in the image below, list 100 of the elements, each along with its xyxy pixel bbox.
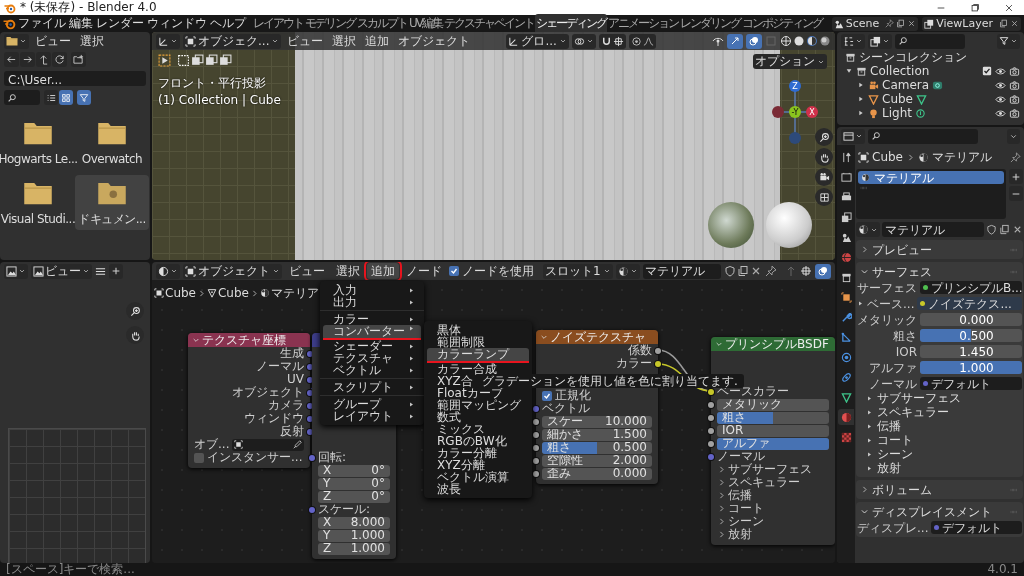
- view-layer-selector[interactable]: ViewLayer: [922, 16, 1021, 31]
- panel-header[interactable]: ディスプレイスメント: [856, 504, 1023, 520]
- workspace-tab[interactable]: モデリング: [304, 14, 356, 33]
- menu-item[interactable]: 選択: [332, 262, 364, 280]
- menu-item[interactable]: 追加: [367, 262, 399, 280]
- number-field[interactable]: スケー 10.000: [542, 415, 652, 428]
- axis-gizmo[interactable]: Z -Y X: [770, 76, 820, 148]
- menu-item[interactable]: カラー分離: [427, 447, 529, 459]
- panel-toggle[interactable]: 放射: [711, 528, 835, 541]
- folder-item[interactable]: Hogwarts Le...: [1, 115, 75, 170]
- panel-header[interactable]: ボリューム: [856, 482, 1023, 498]
- options-dropdown[interactable]: オプション: [753, 54, 827, 69]
- menu-item[interactable]: 範囲マッピング: [427, 399, 529, 411]
- menu-item[interactable]: 編集: [68, 16, 94, 31]
- menu-item[interactable]: カラーランプ: [427, 348, 529, 363]
- outliner-row[interactable]: Cube: [837, 92, 1024, 106]
- panel-toggle[interactable]: スペキュラー: [711, 476, 835, 489]
- material-name-field[interactable]: マテリアル: [642, 263, 721, 279]
- menu-item[interactable]: 黒体: [427, 324, 529, 336]
- subpanel-toggle[interactable]: 放射: [856, 461, 1023, 476]
- menu-item[interactable]: カラー: [323, 313, 421, 325]
- outliner-row[interactable]: シーンコレクション: [837, 50, 1024, 64]
- link-field[interactable]: ノイズテクス...: [917, 297, 1022, 311]
- outliner-row[interactable]: Camera: [837, 78, 1024, 92]
- panel-toggle[interactable]: シーン: [711, 515, 835, 528]
- orientation-dropdown[interactable]: グロ...: [506, 33, 569, 49]
- folder-item[interactable]: ドキュメン...: [75, 175, 149, 230]
- number-field[interactable]: アルファ: [717, 437, 829, 450]
- menu-item[interactable]: 数式: [427, 411, 529, 423]
- menu-item[interactable]: 選択: [329, 33, 360, 49]
- workspace-tab[interactable]: テクスチャペイント: [443, 14, 535, 33]
- menu-item[interactable]: カラー合成: [427, 363, 529, 375]
- folder-item[interactable]: Visual Studi...: [1, 175, 75, 230]
- subpanel-toggle[interactable]: サブサーフェス: [856, 391, 1023, 406]
- menu-item[interactable]: シェーダー: [323, 340, 421, 352]
- number-field[interactable]: 歪み 0.000: [542, 467, 652, 480]
- number-field[interactable]: メタリック: [717, 398, 829, 411]
- slot-dropdown[interactable]: スロット1: [543, 263, 613, 279]
- number-field[interactable]: IOR: [717, 424, 829, 437]
- link-field[interactable]: プリンシプルB...: [920, 281, 1022, 295]
- workspace-tab[interactable]: シェーディング: [535, 14, 607, 33]
- workspace-tab[interactable]: コンポジティング: [741, 14, 823, 33]
- material-slot[interactable]: マテリアル: [858, 171, 1004, 185]
- workspace-tab[interactable]: UV編集: [408, 14, 443, 33]
- panel-toggle[interactable]: サブサーフェス: [711, 463, 835, 476]
- subpanel-toggle[interactable]: スペキュラー: [856, 405, 1023, 420]
- material-name-field[interactable]: マテリアル: [882, 222, 984, 238]
- object-type-dropdown[interactable]: オブジェクト: [183, 263, 282, 279]
- number-field[interactable]: Z 1.000: [318, 542, 390, 555]
- subpanel-toggle[interactable]: 伝播: [856, 419, 1023, 434]
- view-menu[interactable]: ビュー: [31, 263, 92, 279]
- menu-item[interactable]: XYZ分離: [427, 459, 529, 471]
- menu-item[interactable]: ビュー: [32, 33, 74, 49]
- link-field[interactable]: デフォルト: [931, 521, 1022, 535]
- subpanel-toggle[interactable]: コート: [856, 433, 1023, 448]
- menu-item[interactable]: 波長: [427, 483, 529, 495]
- number-field[interactable]: 細かさ 1.500: [542, 428, 652, 441]
- menu-item[interactable]: グループ: [323, 398, 421, 410]
- number-field[interactable]: 空隙性 2.000: [542, 454, 652, 467]
- number-field[interactable]: Y 0°: [318, 477, 390, 490]
- menu-item[interactable]: 範囲制限: [427, 336, 529, 348]
- menu-item[interactable]: ビュー: [285, 262, 329, 280]
- number-field[interactable]: 0.000: [920, 313, 1022, 327]
- node-header[interactable]: テクスチャ座標: [188, 333, 310, 347]
- menu-item[interactable]: ウィンドウ: [146, 16, 208, 31]
- menu-item[interactable]: 選択: [77, 33, 107, 49]
- node-card[interactable]: テクスチャ座標 生成 ノーマル UV オブジェクト カメラ ウィンドウ 反射 オブ... インスタンサー...: [188, 333, 310, 468]
- outliner-row[interactable]: Collection: [837, 64, 1024, 78]
- number-field[interactable]: Z 0°: [318, 490, 390, 503]
- subpanel-toggle[interactable]: シーン: [856, 447, 1023, 462]
- menu-item[interactable]: ミックス: [427, 423, 529, 435]
- menu-item[interactable]: レンダー: [95, 16, 145, 31]
- panel-toggle[interactable]: 伝播: [711, 489, 835, 502]
- menu-item[interactable]: ノード: [402, 262, 446, 280]
- number-field[interactable]: 1.000: [920, 361, 1022, 375]
- node-header[interactable]: プリンシプルBSDF: [711, 337, 835, 351]
- menu-item[interactable]: ベクトル演算: [427, 471, 529, 483]
- mode-dropdown[interactable]: オブジェク...: [183, 33, 282, 49]
- panel-header[interactable]: サーフェス: [856, 264, 1023, 280]
- workspace-tab[interactable]: レイアウト: [252, 14, 304, 33]
- number-field[interactable]: Y 1.000: [318, 529, 390, 542]
- number-field[interactable]: X 0°: [318, 464, 390, 477]
- menu-item[interactable]: 入力: [323, 284, 421, 296]
- menu-item[interactable]: ビュー: [284, 33, 327, 49]
- workspace-tab[interactable]: スカルプト: [356, 14, 408, 33]
- menu-item[interactable]: ファイル: [17, 16, 67, 31]
- panel-header[interactable]: プレビュー: [856, 242, 1023, 258]
- menu-item[interactable]: RGBのBW化: [427, 435, 529, 447]
- number-field[interactable]: 粗さ 0.500: [542, 441, 652, 454]
- menu-item[interactable]: スクリプト: [323, 381, 421, 393]
- outliner-row[interactable]: Light: [837, 106, 1024, 120]
- menu-item[interactable]: オブジェクト: [395, 33, 474, 49]
- path-field[interactable]: C:\User...: [4, 71, 146, 86]
- panel-toggle[interactable]: コート: [711, 502, 835, 515]
- workspace-tab[interactable]: レンダリング: [679, 14, 741, 33]
- menu-item[interactable]: コンバーター: [323, 325, 421, 340]
- workspace-tab[interactable]: アニメーション: [607, 14, 679, 33]
- menu-item[interactable]: ヘルプ: [209, 16, 247, 31]
- link-field[interactable]: デフォルト: [920, 377, 1022, 391]
- number-field[interactable]: 1.450: [920, 345, 1022, 359]
